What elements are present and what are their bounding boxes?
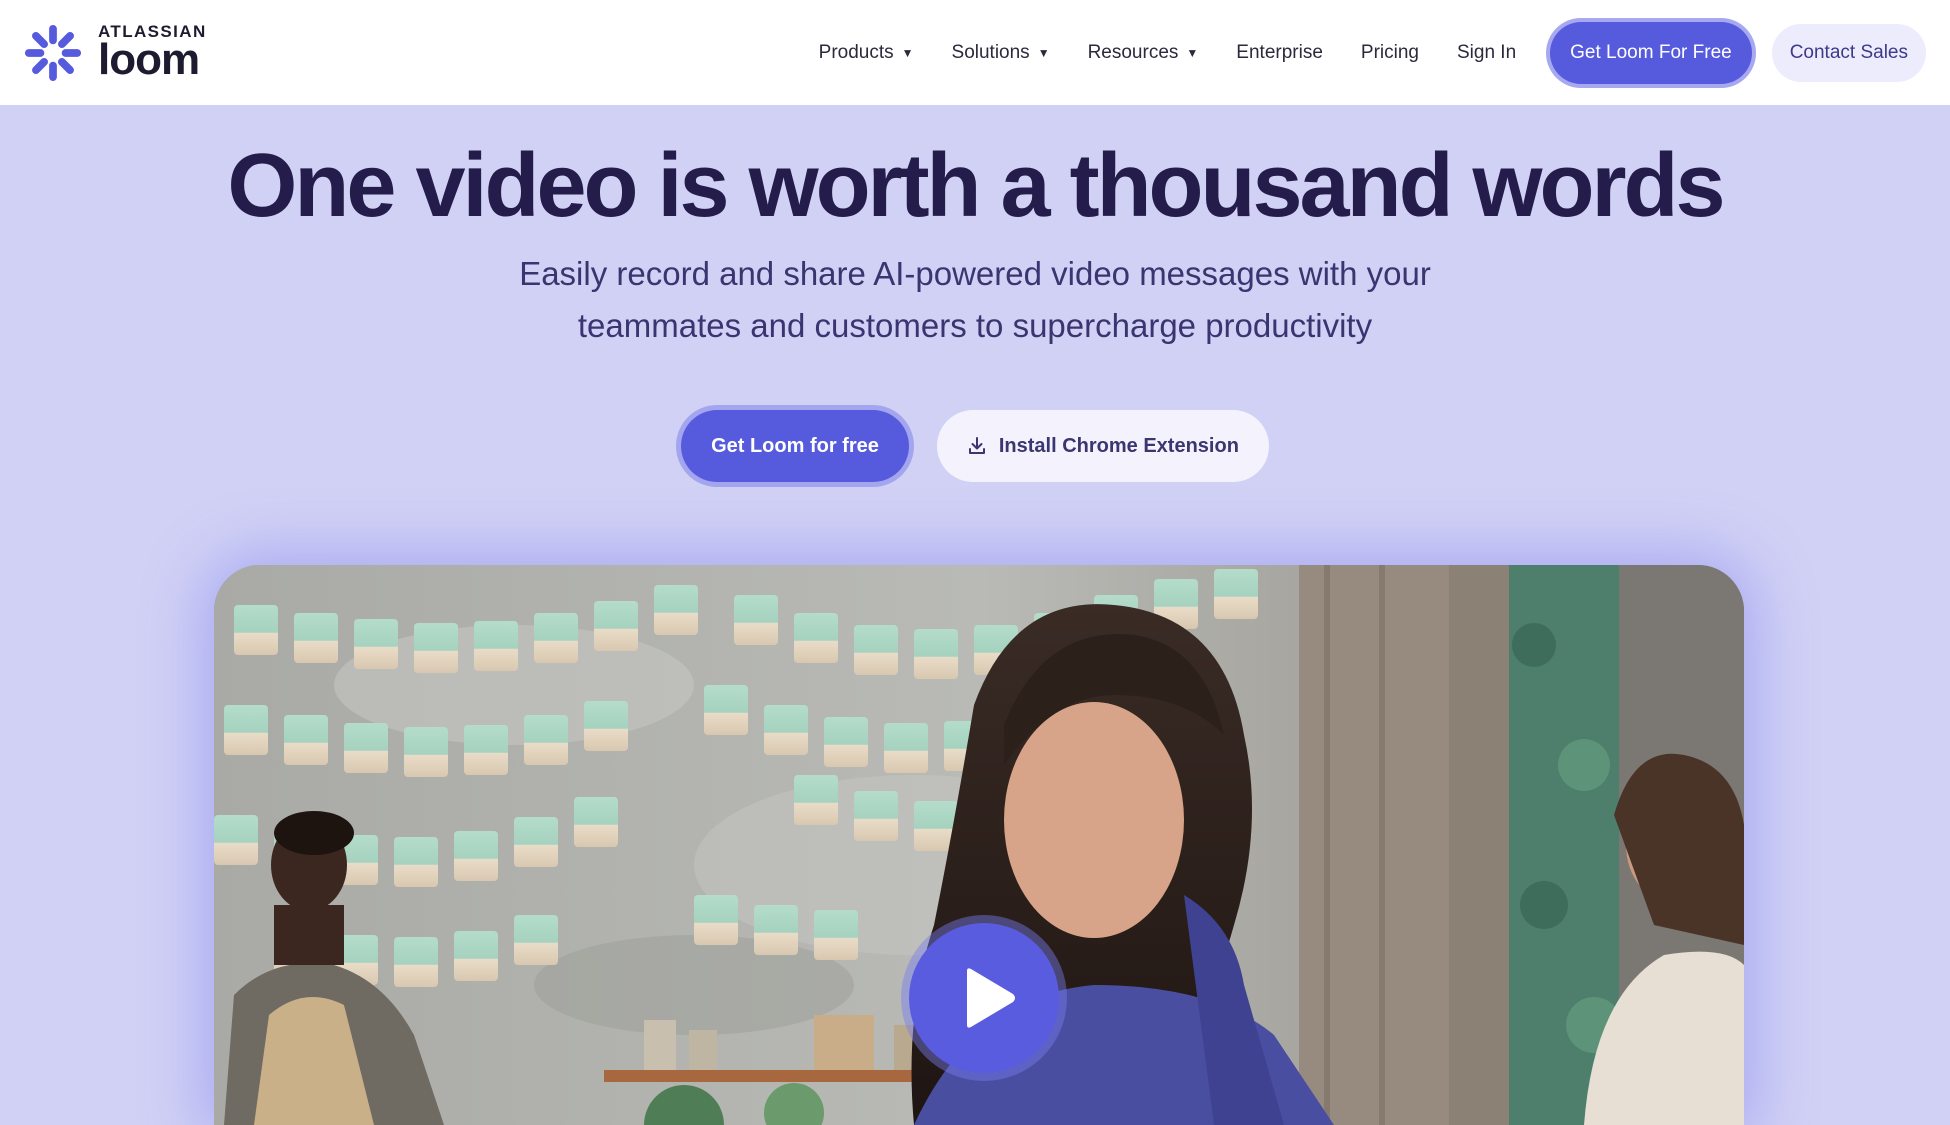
logo-product: loom [98,35,200,84]
install-chrome-extension-button[interactable]: Install Chrome Extension [936,410,1269,482]
hero-subtitle-line-1: Easily record and share AI-powered video… [519,255,1431,292]
nav-item-label: Resources [1087,41,1179,63]
download-icon [968,437,985,454]
nav-item-label: Sign In [1456,41,1517,63]
contact-sales-button[interactable]: Contact Sales [1771,23,1926,82]
get-loom-free-button[interactable]: Get Loom for free [681,410,909,482]
nav-item-pricing[interactable]: Pricing [1361,42,1419,64]
hero-subtitle-line-2: teammates and customers to supercharge p… [577,307,1373,344]
play-button[interactable] [909,923,1059,1073]
nav-menu: Products ▼ Solutions ▼ Resources ▼ Enter… [781,21,1926,84]
nav-item-label: Products [818,41,894,63]
nav-item-label: Enterprise [1236,41,1323,63]
loom-asterisk-icon [24,24,82,81]
logo-wordmark: ATLASSIAN loom [98,23,207,82]
nav-item-resources[interactable]: Resources ▼ [1088,42,1199,64]
hero-video[interactable] [214,565,1744,1125]
caret-down-icon: ▼ [1037,45,1050,60]
nav-item-solutions[interactable]: Solutions ▼ [952,42,1050,64]
nav-item-sign-in[interactable]: Sign In [1457,42,1516,64]
nav-item-enterprise[interactable]: Enterprise [1236,42,1323,64]
nav-item-label: Pricing [1360,41,1419,63]
nav-item-products[interactable]: Products ▼ [819,42,914,64]
nav-item-label: Solutions [951,41,1030,63]
top-navigation: ATLASSIAN loom Products ▼ Solutions ▼ Re… [0,0,1950,105]
play-icon [967,968,1015,1028]
install-chrome-extension-label: Install Chrome Extension [998,434,1239,457]
loom-logo[interactable]: ATLASSIAN loom [24,23,207,82]
hero-title: One video is worth a thousand words [227,136,1725,236]
hero-buttons: Get Loom for free Install Chrome Extensi… [0,410,1950,482]
caret-down-icon: ▼ [1186,45,1199,60]
get-loom-free-nav-button[interactable]: Get Loom For Free [1550,21,1752,84]
caret-down-icon: ▼ [901,45,914,60]
hero-subtitle: Easily record and share AI-powered video… [0,248,1950,352]
